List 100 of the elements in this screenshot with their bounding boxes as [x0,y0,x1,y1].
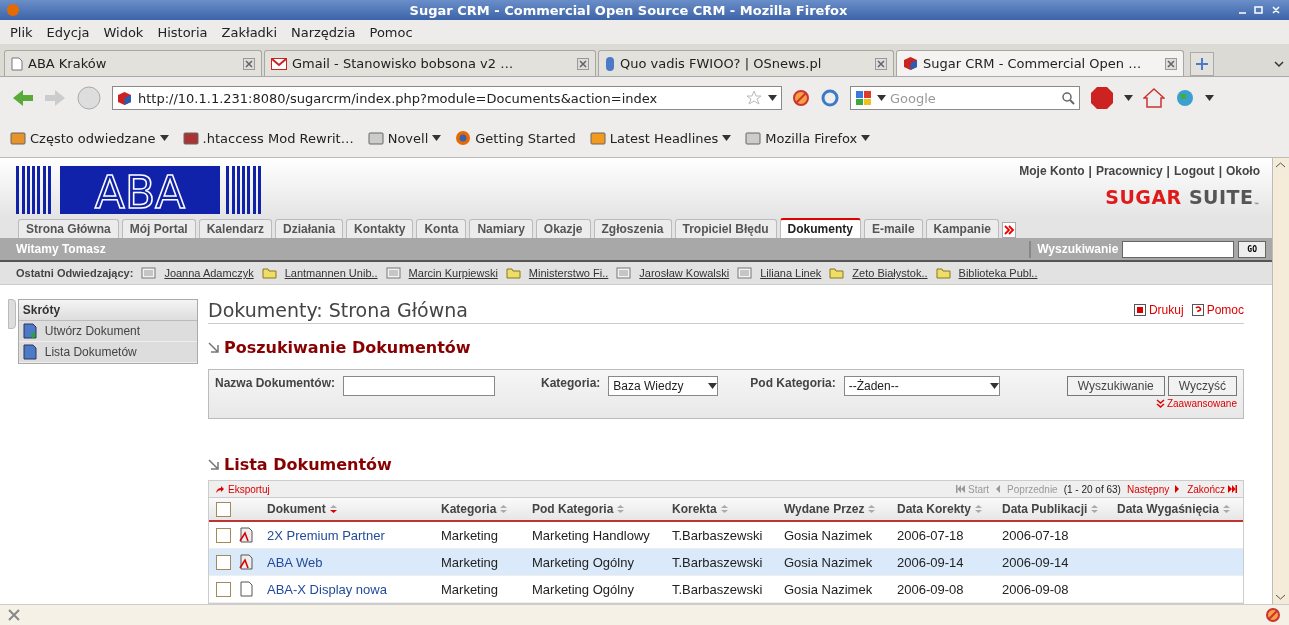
advanced-link[interactable]: Zaawansowane [1155,398,1237,409]
header-link[interactable]: Pracownicy [1095,164,1163,178]
column-header[interactable]: Kategoria [441,502,532,516]
sort-icon[interactable] [499,504,509,514]
module-tab[interactable]: Mój Portal [121,219,196,238]
module-tab[interactable]: Działania [275,219,344,238]
column-header[interactable]: Korekta [672,502,784,516]
export-link[interactable]: Eksportuj [215,483,270,495]
module-tab[interactable]: Kampanie [925,219,999,238]
module-tab[interactable]: Kontakty [346,219,414,238]
bookmark[interactable]: .htaccess Mod Rewrit… [182,130,354,146]
reload-icon[interactable] [820,88,840,108]
home-icon[interactable] [1143,87,1165,109]
collapse-handle[interactable] [8,299,16,329]
recent-link[interactable]: Liliana Linek [760,267,822,279]
sort-icon[interactable] [974,504,984,514]
globe-icon[interactable] [1175,88,1195,108]
document-link[interactable]: ABA Web [267,554,441,570]
menu-item[interactable]: Narzędzia [291,24,356,40]
recent-link[interactable]: Marcin Kurpiewski [408,267,498,279]
document-link[interactable]: ABA-X Display nowa [267,581,441,597]
column-header[interactable]: Data Publikacji [1002,502,1117,516]
header-link[interactable]: Moje Konto [1019,164,1085,178]
sort-icon[interactable] [1221,504,1231,514]
blocked-icon[interactable] [792,89,810,107]
module-tab[interactable]: Kalendarz [198,219,273,238]
column-header[interactable]: Wydane Przez [784,502,897,516]
go-button[interactable]: GO [1238,240,1266,258]
name-input[interactable] [343,376,495,396]
browser-tab[interactable]: Quo vadis FWIOO? | OSnews.pl [598,50,894,76]
browser-tab[interactable]: Sugar CRM - Commercial Open … [896,50,1184,76]
recent-link[interactable]: Jarosław Kowalski [639,267,730,279]
bookmark[interactable]: Mozilla Firefox [745,130,871,146]
sort-icon[interactable] [867,504,877,514]
bookmark[interactable]: Novell [367,130,442,146]
sort-icon[interactable] [328,504,338,514]
address-field[interactable]: http://10.1.1.231:8080/sugarcrm/index.php?module=Documents&action=index [112,86,782,110]
recent-link[interactable]: Zeto Białystok.. [852,267,928,279]
shortcut-link[interactable]: Lista Dokumetów [18,342,197,363]
clear-button[interactable]: Wyczyść [1167,376,1237,396]
module-tab[interactable]: Konta [416,219,467,238]
row-checkbox[interactable] [216,554,231,570]
scrollbar[interactable] [1272,158,1289,604]
adblock-icon[interactable] [1090,86,1114,110]
recent-link[interactable]: Ministerstwo Fi.. [528,267,609,279]
header-link[interactable]: Około [1226,164,1260,178]
recent-link[interactable]: Lantmannen Unib.. [284,267,378,279]
quick-search-field[interactable] [1122,240,1235,258]
new-tab-icon[interactable] [1190,52,1214,76]
search-icon[interactable] [1061,91,1075,105]
close-icon[interactable] [577,57,589,70]
module-tab[interactable]: Zgłoszenia [593,219,672,238]
row-checkbox[interactable] [216,527,231,543]
select-all-checkbox[interactable] [216,501,231,517]
back-icon[interactable] [12,88,34,108]
category-select[interactable]: Baza Wiedzy [608,376,719,396]
blocked-icon[interactable] [1265,607,1281,623]
menu-item[interactable]: Historia [157,24,208,40]
subcategory-select[interactable]: --Żaden-- [843,376,1000,396]
help-link[interactable]: Pomoc [1191,303,1244,317]
shortcut-link[interactable]: Utwórz Dokument [18,321,197,342]
sort-icon[interactable] [1090,504,1100,514]
more-tabs-icon[interactable] [1001,222,1016,238]
end-link[interactable]: Zakończ [1187,483,1237,495]
column-header[interactable]: Dokument [267,502,441,516]
menu-item[interactable]: Edycja [46,24,90,40]
close-icon[interactable] [875,57,887,70]
print-link[interactable]: Drukuj [1133,303,1184,317]
close-icon[interactable] [243,57,255,70]
browser-tab[interactable]: Gmail - Stanowisko bobsona v2 … [264,50,596,76]
module-tab[interactable]: Tropiciel Błędu [674,219,777,238]
search-button[interactable]: Wyszukiwanie [1066,376,1165,396]
table-row[interactable]: ABA Web Marketing Marketing Ogólny T.Barbaszewski Gosia Nazimek 2006-09-14 2006-09-14 [209,549,1243,576]
module-tab[interactable]: Dokumenty [779,218,861,238]
column-header[interactable]: Data Wygaśnięcia [1117,502,1243,516]
menu-item[interactable]: Zakładki [221,24,277,40]
row-checkbox[interactable] [216,581,231,597]
next-link[interactable]: Następny [1126,483,1182,495]
module-tab[interactable]: E-maile [863,219,923,238]
menu-item[interactable]: Plik [10,24,33,40]
module-tab[interactable]: Strona Główna [18,219,119,238]
browser-tab[interactable]: ABA Kraków [4,50,262,76]
close-icon[interactable] [8,609,20,621]
column-header[interactable]: Pod Kategoria [532,502,672,516]
bookmark[interactable]: Często odwiedzane [10,130,169,146]
module-tab[interactable]: Okazje [535,219,591,238]
star-icon[interactable] [746,90,762,106]
column-header[interactable]: Data Korekty [897,502,1002,516]
document-link[interactable]: 2X Premium Partner [267,527,441,543]
recent-link[interactable]: Biblioteka Publ.. [958,267,1038,279]
bookmark[interactable]: Latest Headlines [589,130,732,146]
sort-icon[interactable] [616,504,626,514]
sort-icon[interactable] [719,504,729,514]
module-tab[interactable]: Namiary [469,219,533,238]
menu-item[interactable]: Pomoc [369,24,413,40]
bookmark[interactable]: Getting Started [455,130,576,146]
menu-item[interactable]: Widok [103,24,144,40]
header-link[interactable]: Logout [1173,164,1215,178]
recent-link[interactable]: Joanna Adamczyk [164,267,254,279]
close-icon[interactable] [1165,57,1177,70]
